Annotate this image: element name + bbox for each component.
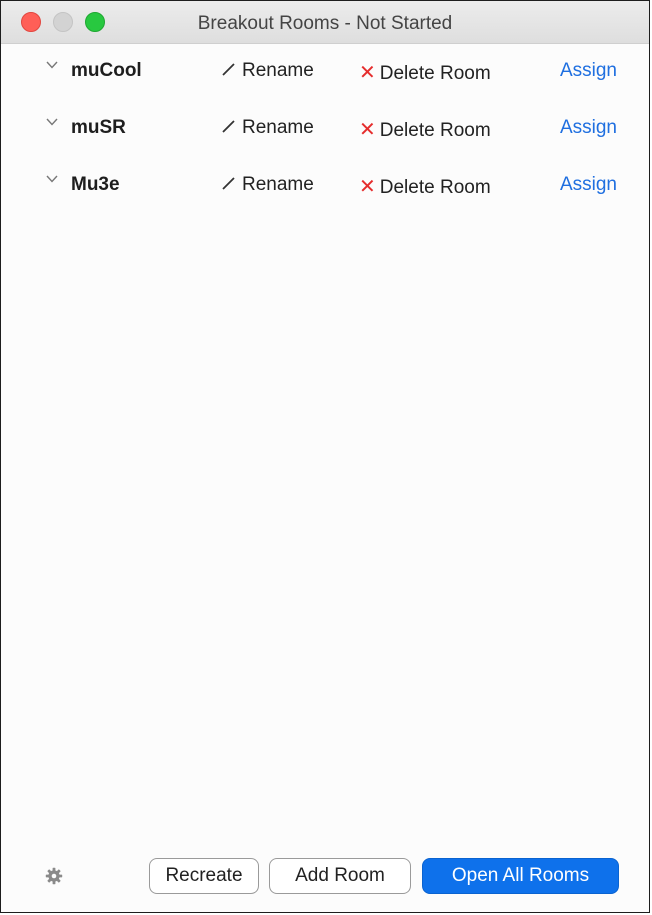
delete-room-label: Delete Room [379,120,491,141]
x-icon: ✕ [359,119,376,141]
assign-button[interactable]: Assign [560,117,617,139]
room-name: muCool [71,60,142,81]
breakout-rooms-window: Breakout Rooms - Not Started muCool Rena… [0,0,650,913]
add-room-button[interactable]: Add Room [269,858,411,894]
pencil-icon [222,63,235,76]
delete-room-button[interactable]: ✕ Delete Room [359,60,491,85]
x-icon: ✕ [359,62,376,84]
gear-icon[interactable] [45,867,63,885]
room-name: Mu3e [71,174,120,195]
pencil-icon [222,177,235,190]
rename-room-button[interactable]: Rename [221,174,314,196]
rename-room-button[interactable]: Rename [221,117,314,139]
room-row: muSR Rename ✕ Delete Room Assign [1,100,649,157]
delete-room-label: Delete Room [379,177,491,198]
recreate-button[interactable]: Recreate [149,858,259,894]
rename-room-button[interactable]: Rename [221,60,314,82]
room-name: muSR [71,117,126,138]
rename-label: Rename [242,60,314,81]
chevron-down-icon[interactable] [45,115,59,129]
chevron-down-icon[interactable] [45,172,59,186]
rename-label: Rename [242,117,314,138]
chevron-down-icon[interactable] [45,58,59,72]
open-all-rooms-button[interactable]: Open All Rooms [422,858,619,894]
room-row: Mu3e Rename ✕ Delete Room Assign [1,157,649,214]
assign-button[interactable]: Assign [560,174,617,196]
x-icon: ✕ [359,176,376,198]
delete-room-label: Delete Room [379,63,491,84]
room-row: muCool Rename ✕ Delete Room Assign [1,43,649,100]
assign-button[interactable]: Assign [560,60,617,82]
window-title: Breakout Rooms - Not Started [197,13,453,34]
pencil-icon [222,120,235,133]
delete-room-button[interactable]: ✕ Delete Room [359,117,491,142]
delete-room-button[interactable]: ✕ Delete Room [359,174,491,199]
rooms-list: muCool Rename ✕ Delete Room Assign muSR R… [1,43,649,214]
title-bar[interactable]: Breakout Rooms - Not Started [1,1,649,44]
rename-label: Rename [242,174,314,195]
